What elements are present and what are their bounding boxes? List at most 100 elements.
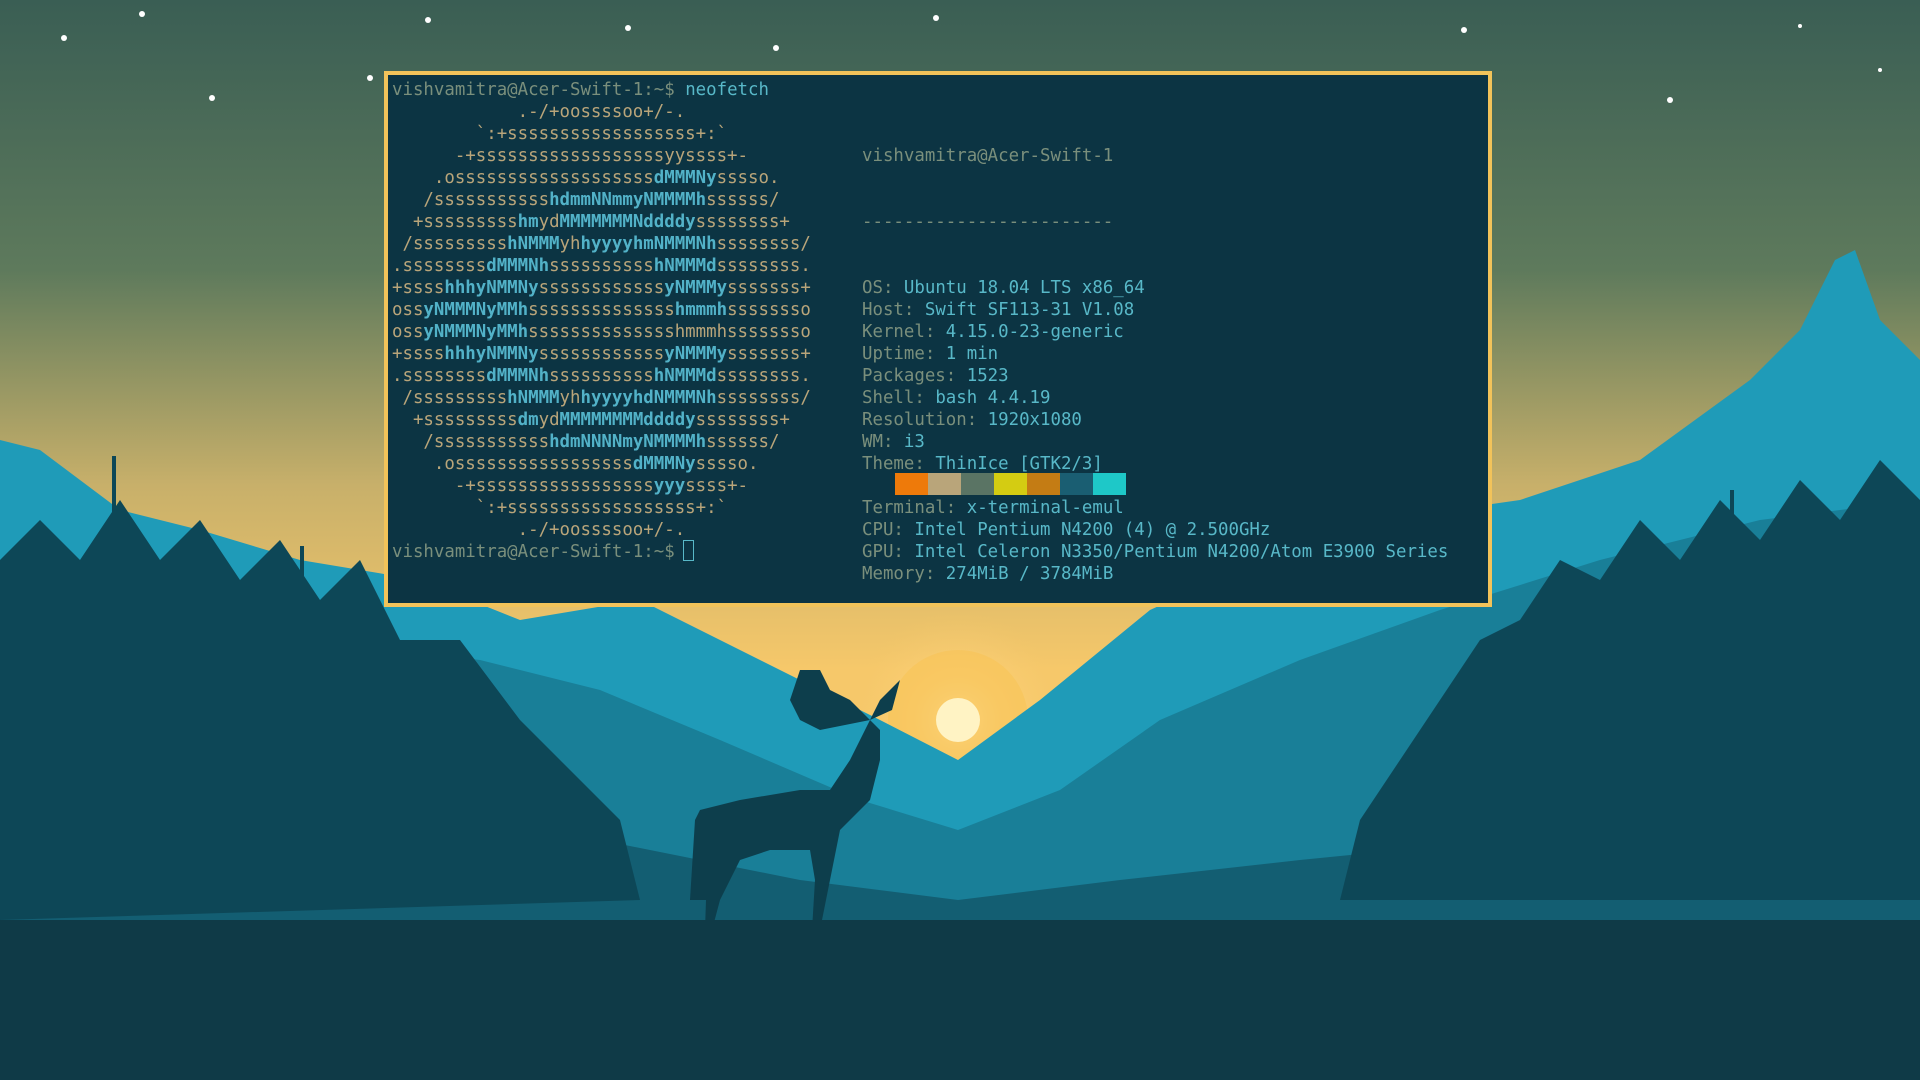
logo-segment: +ssss (392, 278, 445, 298)
logo-segment: oss (392, 322, 424, 342)
info-value: ThinIce [GTK2/3] (935, 454, 1103, 474)
info-row: Kernel: 4.15.0-23-generic (862, 322, 1124, 342)
logo-segment: yh (559, 234, 581, 254)
info-separator: ------------------------ (862, 212, 1114, 232)
logo-segment: ssssss/ (706, 190, 780, 210)
palette-swatch (928, 473, 961, 495)
info-row: Theme: ThinIce [GTK2/3] (862, 454, 1103, 474)
logo-segment: ssssssssss (549, 256, 654, 276)
logo-segment: `:+ssssssssssssssssss+:` (392, 498, 728, 518)
logo-line: /ssssssssssshdmNNNNmyNMMMMhssssss/ (392, 431, 811, 453)
logo-segment: ssssssss/ (716, 388, 811, 408)
logo-segment: dMMMNh (486, 366, 550, 386)
info-key: CPU (862, 520, 894, 540)
logo-segment: oss (392, 300, 424, 320)
logo-segment: sssso. (716, 168, 780, 188)
info-row: Packages: 1523 (862, 366, 1009, 386)
logo-line: +sssshhhyNMMNyssssssssssssyNMMMysssssss+ (392, 343, 811, 365)
palette-swatch (1060, 473, 1093, 495)
logo-segment: .ssssssss (392, 366, 487, 386)
logo-segment: hNMMM (507, 234, 560, 254)
palette-swatch (1027, 473, 1060, 495)
info-key: Theme (862, 454, 915, 474)
info-key: Uptime (862, 344, 925, 364)
logo-segment: ssssssssssss (538, 278, 665, 298)
logo-line: +sssssssssdmydMMMMMMMMddddyssssssss+ (392, 409, 811, 431)
logo-segment: ssss+- (685, 476, 749, 496)
logo-line: ossyNMMMNyMMhsssssssssssssshmmmhssssssso (392, 299, 811, 321)
info-value: Swift SF113-31 V1.08 (924, 300, 1135, 320)
info-value: 4.15.0-23-generic (945, 322, 1124, 342)
info-row: Resolution: 1920x1080 (862, 410, 1082, 430)
logo-segment: dm (517, 410, 539, 430)
logo-segment: hdmNNNNmyNMMMMh (549, 432, 707, 452)
current-prompt-line[interactable]: vishvamitra@Acer-Swift-1:~$ (392, 540, 694, 563)
logo-line: /ssssssssshNMMMyhhyyyyhdNMMMNhssssssss/ (392, 387, 811, 409)
logo-segment: -+ssssssssssssssssssyyssss+- (392, 146, 748, 166)
logo-segment: /sssssssssss (392, 190, 550, 210)
info-value: Ubuntu 18.04 LTS x86_64 (903, 278, 1145, 298)
info-row: OS: Ubuntu 18.04 LTS x86_64 (862, 278, 1145, 298)
logo-segment: yh (559, 388, 581, 408)
logo-segment: ssssssssssss (538, 344, 665, 364)
logo-segment: /sssssssss (392, 388, 508, 408)
palette-swatch (862, 473, 895, 495)
logo-segment: hyyyyhdNMMMNh (580, 388, 717, 408)
logo-segment: ssssssss/ (716, 234, 811, 254)
info-key: Terminal (862, 498, 946, 518)
logo-line: .-/+oossssoo+/-. (392, 101, 811, 123)
command-text: neofetch (685, 80, 769, 100)
info-key: Packages (862, 366, 946, 386)
terminal-window[interactable]: vishvamitra@Acer-Swift-1:~$ neofetch .-/… (384, 71, 1492, 607)
logo-segment: hhhyNMMNy (444, 344, 539, 364)
logo-segment: -+sssssssssssssssss (392, 476, 654, 496)
info-value: Intel Celeron N3350/Pentium N4200/Atom E… (914, 542, 1449, 562)
info-row: Shell: bash 4.4.19 (862, 388, 1051, 408)
logo-segment: hhhyNMMNy (444, 278, 539, 298)
info-row: GPU: Intel Celeron N3350/Pentium N4200/A… (862, 542, 1449, 562)
logo-segment: MMMMMMMNddddy (559, 212, 696, 232)
info-value: 1523 (966, 366, 1009, 386)
logo-segment: `:+ssssssssssssssssss+:` (392, 124, 728, 144)
logo-segment: yNMMMy (664, 278, 728, 298)
logo-segment: dMMMNh (486, 256, 550, 276)
logo-segment: sssssss+ (727, 278, 811, 298)
logo-segment: yd (538, 410, 560, 430)
palette-swatch (961, 473, 994, 495)
logo-segment: .osssssssssssssssss (392, 454, 633, 474)
info-key: Shell (862, 388, 915, 408)
logo-line: `:+ssssssssssssssssss+:` (392, 123, 811, 145)
logo-segment: hNMMMd (653, 256, 717, 276)
info-row: Uptime: 1 min (862, 344, 999, 364)
info-header: vishvamitra@Acer-Swift-1 (862, 146, 1114, 166)
logo-line: `:+ssssssssssssssssss+:` (392, 497, 811, 519)
logo-segment: .-/+oossssoo+/-. (392, 520, 686, 540)
info-value: i3 (903, 432, 925, 452)
palette-swatch (895, 473, 928, 495)
logo-segment: ssssssss. (716, 366, 811, 386)
info-key: GPU (862, 542, 894, 562)
logo-segment: .osssssssssssssssssss (392, 168, 654, 188)
logo-segment: dMMMNy (653, 168, 717, 188)
logo-segment: yyy (653, 476, 686, 496)
logo-segment: ssssssss. (716, 256, 811, 276)
info-row: Terminal: x-terminal-emul (862, 498, 1124, 518)
info-key: OS (862, 278, 883, 298)
system-info: vishvamitra@Acer-Swift-1 ---------------… (862, 101, 1448, 629)
logo-segment: ssssssssss (549, 366, 654, 386)
logo-line: -+ssssssssssssssssssyyssss+- (392, 145, 811, 167)
logo-segment: /sssssssss (392, 234, 508, 254)
info-value: 1920x1080 (987, 410, 1082, 430)
logo-segment: yNMMMNyMMh (423, 322, 529, 342)
info-value: 1 min (945, 344, 999, 364)
info-key: Host (862, 300, 904, 320)
logo-segment: hmmmh (674, 300, 728, 320)
logo-segment: .-/+oossssoo+/-. (392, 102, 686, 122)
logo-segment: sssssssssssssshmmmhssssssso (528, 322, 811, 342)
info-row: Memory: 274MiB / 3784MiB (862, 564, 1114, 584)
logo-segment: .ssssssss (392, 256, 487, 276)
logo-segment: dMMMNy (632, 454, 696, 474)
logo-line: +ssssssssshmydMMMMMMMNddddyssssssss+ (392, 211, 811, 233)
logo-line: .ssssssssdMMMNhsssssssssshNMMMdssssssss. (392, 255, 811, 277)
logo-line: .osssssssssssssssssdMMMNysssso. (392, 453, 811, 475)
